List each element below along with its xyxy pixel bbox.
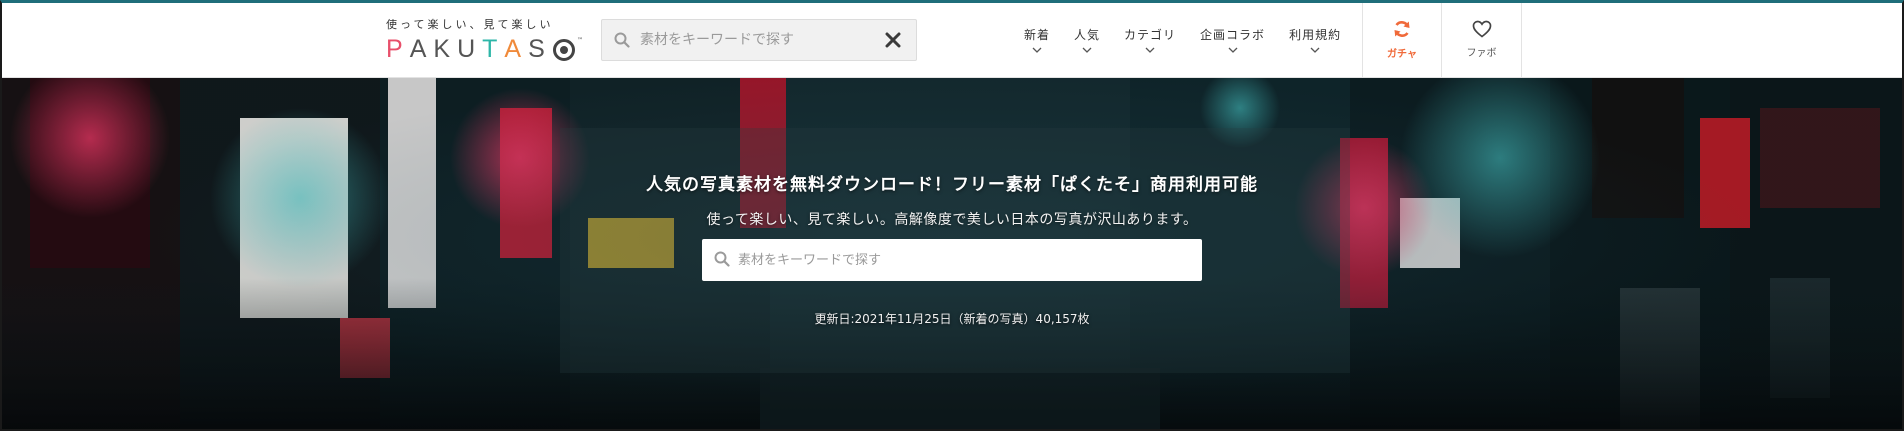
site-logo[interactable]: 使って楽しい、見て楽しい PAKUTAS ™ bbox=[386, 16, 583, 66]
header-search-box bbox=[601, 19, 917, 61]
chevron-down-icon bbox=[1145, 47, 1155, 53]
nav-item-label: カテゴリ bbox=[1124, 27, 1177, 42]
nav-item-terms[interactable]: 利用規約 bbox=[1277, 0, 1353, 78]
nav-item-label: 企画コラボ bbox=[1200, 27, 1266, 42]
hero-title: 人気の写真素材を無料ダウンロード！フリー素材「ぱくたそ」商用利用可能 bbox=[646, 175, 1258, 195]
search-icon bbox=[714, 251, 730, 267]
close-icon[interactable] bbox=[884, 31, 902, 49]
refresh-icon bbox=[1394, 20, 1410, 37]
gacha-label: ガチャ bbox=[1387, 48, 1417, 60]
nav-item-popular[interactable]: 人気 bbox=[1062, 0, 1112, 78]
gacha-button[interactable]: ガチャ bbox=[1362, 0, 1442, 78]
hero-search-input[interactable] bbox=[738, 248, 1178, 272]
favorites-button[interactable]: ファボ bbox=[1442, 0, 1522, 78]
update-info: 更新日:2021年11月25日（新着の写真）40,157枚 bbox=[814, 312, 1090, 326]
logo-tagline: 使って楽しい、見て楽しい bbox=[386, 18, 554, 31]
nav-item-label: 新着 bbox=[1024, 27, 1051, 42]
hero-search-box bbox=[702, 239, 1202, 281]
nav-item-label: 人気 bbox=[1074, 27, 1101, 42]
nav-item-label: 利用規約 bbox=[1289, 27, 1342, 42]
hero-subtitle: 使って楽しい、見て楽しい。高解像度で美しい日本の写真が沢山あります。 bbox=[706, 212, 1198, 228]
logo-trademark: ™ bbox=[577, 37, 583, 44]
heart-icon bbox=[1472, 20, 1491, 38]
chevron-down-icon bbox=[1032, 47, 1042, 53]
hero-banner: 人気の写真素材を無料ダウンロード！フリー素材「ぱくたそ」商用利用可能 使って楽し… bbox=[0, 78, 1904, 431]
favorites-label: ファボ bbox=[1466, 47, 1497, 59]
logo-wordmark: PAKUTAS bbox=[386, 35, 575, 64]
nav-item-collab[interactable]: 企画コラボ bbox=[1188, 0, 1277, 78]
site-header: 使って楽しい、見て楽しい PAKUTAS ™ 新着 人気 カテゴリ bbox=[0, 0, 1904, 78]
nav-item-category[interactable]: カテゴリ bbox=[1112, 0, 1188, 78]
logo-o-icon bbox=[552, 38, 575, 61]
chevron-down-icon bbox=[1310, 47, 1320, 53]
chevron-down-icon bbox=[1082, 47, 1092, 53]
header-search-input[interactable] bbox=[640, 28, 870, 52]
main-nav: 新着 人気 カテゴリ 企画コラボ 利用規約 bbox=[1012, 0, 1353, 78]
nav-item-new[interactable]: 新着 bbox=[1012, 0, 1062, 78]
search-icon bbox=[614, 32, 630, 48]
chevron-down-icon bbox=[1228, 47, 1238, 53]
